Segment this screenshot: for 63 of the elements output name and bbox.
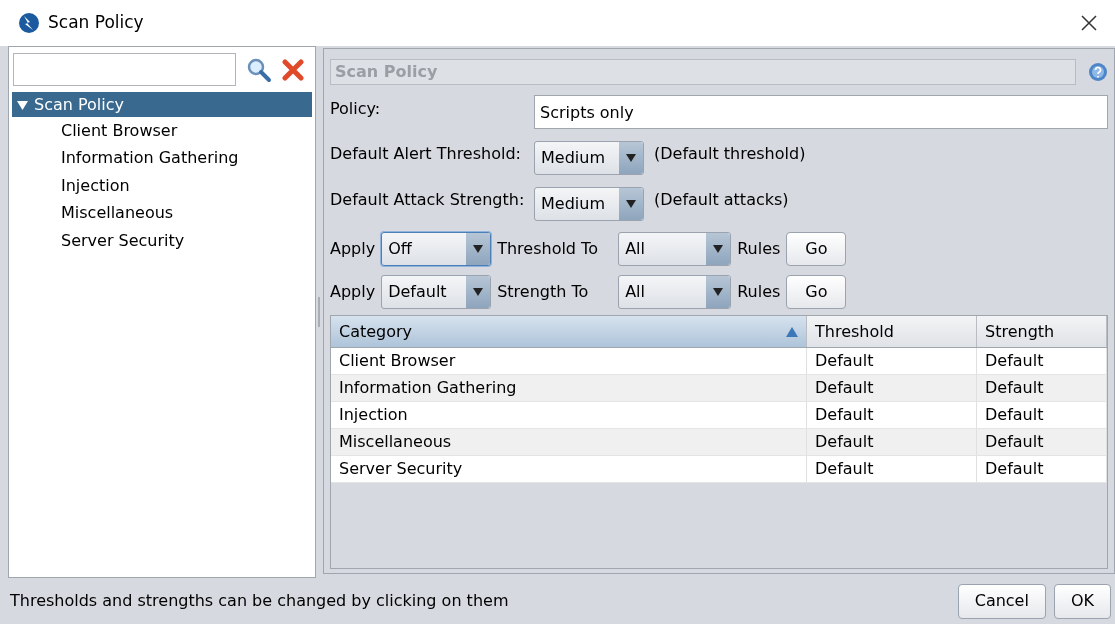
clear-icon[interactable]	[282, 58, 304, 81]
table-cell: Default	[977, 456, 1107, 482]
apply-label: Apply	[330, 238, 376, 260]
window-title: Scan Policy	[48, 11, 144, 35]
table-cell: Default	[807, 375, 977, 401]
tree-item[interactable]: Injection	[12, 172, 312, 200]
apply-label: Apply	[330, 281, 376, 303]
target-label: Threshold To	[497, 238, 599, 260]
field-note: (Default threshold)	[654, 143, 806, 165]
target-label: Strength To	[497, 281, 590, 303]
table-cell: Default	[977, 375, 1107, 401]
policy-label: Policy:	[330, 98, 382, 120]
go-button[interactable]: Go	[786, 275, 847, 309]
field-note: (Default attacks)	[654, 189, 789, 211]
sort-icon	[786, 326, 798, 337]
table-cell: Server Security	[331, 456, 807, 482]
search-field[interactable]	[13, 53, 236, 86]
dropdown[interactable]: Medium	[534, 141, 644, 175]
table-cell: Default	[807, 402, 977, 428]
dropdown[interactable]: Medium	[534, 187, 644, 221]
dropdown[interactable]: All	[618, 232, 732, 266]
caret-icon	[473, 288, 484, 296]
table-cell: Miscellaneous	[331, 429, 807, 455]
tree-item[interactable]: Information Gathering	[12, 144, 312, 172]
caret-icon	[626, 200, 636, 208]
rules-label: Rules	[737, 238, 781, 260]
table-cell: Default	[807, 348, 977, 374]
panel-title: Scan Policy	[330, 59, 1076, 85]
table-cell: Client Browser	[331, 348, 807, 374]
tree-item[interactable]: Server Security	[12, 227, 312, 255]
dropdown[interactable]: Off	[381, 232, 492, 266]
dropdown[interactable]: Default	[381, 275, 492, 309]
close-icon[interactable]	[1081, 15, 1097, 31]
tree-item[interactable]: Miscellaneous	[12, 199, 312, 227]
table-cell: Injection	[331, 402, 807, 428]
dialog-button[interactable]: OK	[1053, 583, 1111, 619]
column-header[interactable]: Strength	[977, 316, 1107, 347]
tree-item[interactable]: Client Browser	[12, 117, 312, 145]
help-icon[interactable]	[1088, 62, 1108, 82]
policy-field[interactable]: Scripts only	[534, 95, 1108, 129]
tree-item[interactable]: Scan Policy	[12, 92, 312, 117]
app-logo-icon	[18, 12, 40, 34]
table-cell: Default	[807, 456, 977, 482]
caret-icon	[713, 245, 724, 253]
table-cell: Default	[807, 429, 977, 455]
table-cell: Default	[977, 402, 1107, 428]
table-cell: Default	[977, 429, 1107, 455]
table-cell: Default	[977, 348, 1107, 374]
table-cell: Information Gathering	[331, 375, 807, 401]
caret-icon	[473, 245, 484, 253]
dropdown[interactable]: All	[618, 275, 732, 309]
caret-icon	[626, 154, 636, 162]
search-icon[interactable]	[246, 56, 272, 83]
field-label: Default Attack Strength:	[330, 189, 526, 211]
column-header[interactable]: Threshold	[807, 316, 977, 347]
status-text: Thresholds and strengths can be changed by clicking on them	[10, 590, 510, 612]
column-header[interactable]: Category	[331, 316, 807, 347]
expand-icon[interactable]	[17, 99, 28, 110]
rules-label: Rules	[737, 281, 781, 303]
field-label: Default Alert Threshold:	[330, 143, 522, 165]
go-button[interactable]: Go	[786, 232, 847, 266]
dialog-button[interactable]: Cancel	[957, 583, 1046, 619]
caret-icon	[713, 288, 724, 296]
